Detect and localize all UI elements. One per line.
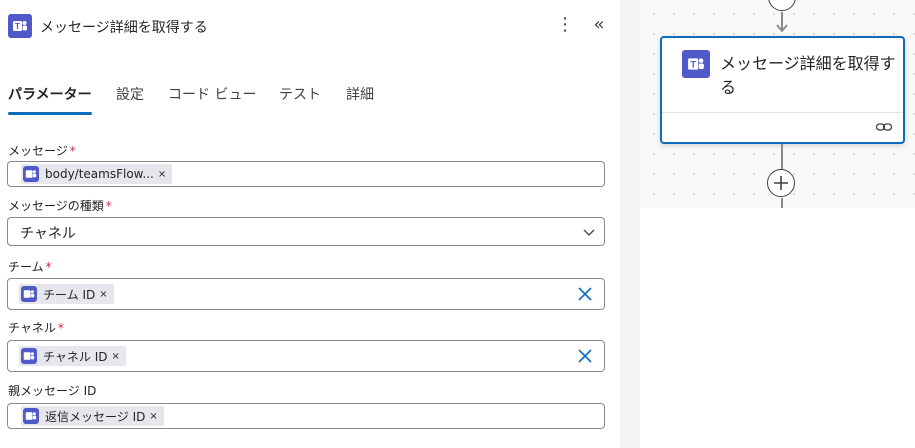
clear-icon[interactable] [576,347,594,365]
panel-header: T メッセージ詳細を取得する ⋮ « [0,0,620,52]
collapse-panel-icon[interactable]: « [588,14,610,38]
required-marker: * [69,144,76,158]
message-type-dropdown[interactable]: チャネル [7,217,605,246]
message-label: メッセージ * [8,144,76,158]
remove-token-icon[interactable]: × [99,289,107,300]
remove-token-icon[interactable]: × [111,351,119,362]
tab-test[interactable]: テスト [279,84,321,104]
canvas-blank-area [640,208,915,448]
more-options-icon[interactable]: ⋮ [556,14,574,38]
tab-details[interactable]: 詳細 [346,84,374,104]
message-type-value: チャネル [20,226,76,242]
tab-parameters[interactable]: パラメーター [8,84,92,104]
team-label: チーム * [8,260,52,274]
tab-settings[interactable]: 設定 [116,84,144,104]
required-marker: * [105,199,112,213]
action-card[interactable]: T メッセージ詳細を取得する [660,36,905,144]
teams-icon [21,286,37,302]
teams-icon [23,408,39,424]
tab-code-view[interactable]: コード ビュー [168,84,256,104]
channel-token[interactable]: チャネル ID × [19,346,126,366]
message-input[interactable]: body/teamsFlow... × [7,161,605,187]
teams-icon: T [682,50,710,78]
teams-icon: T [8,14,32,38]
channel-input[interactable]: チャネル ID × [7,340,605,372]
card-footer [662,112,903,142]
link-icon[interactable] [875,119,893,135]
chevron-down-icon [583,229,595,236]
team-token[interactable]: チーム ID × [19,284,114,304]
card-title: メッセージ詳細を取得する [720,54,896,97]
required-marker: * [45,260,52,274]
tab-bar: パラメーター 設定 コード ビュー テスト 詳細 [0,80,620,120]
teams-icon [23,166,39,182]
plus-icon [774,176,788,190]
connector-line [781,198,783,208]
parent-message-label: 親メッセージ ID [8,384,97,398]
svg-text:T: T [690,59,696,69]
channel-label: チャネル * [8,321,64,335]
team-input[interactable]: チーム ID × [7,278,605,310]
svg-text:T: T [15,22,20,31]
remove-token-icon[interactable]: × [149,411,157,422]
message-type-label: メッセージの種類 * [8,199,112,213]
remove-token-icon[interactable]: × [158,169,166,180]
clear-icon[interactable] [576,285,594,303]
panel-divider [620,0,640,448]
arrow-down-icon [776,24,788,33]
panel-title: メッセージ詳細を取得する [40,20,208,36]
teams-icon [21,348,37,364]
required-marker: * [57,321,64,335]
parent-message-input[interactable]: 返信メッセージ ID × [7,403,605,429]
connector-line [781,144,783,170]
active-tab-indicator [8,112,92,115]
message-token[interactable]: body/teamsFlow... × [21,164,173,184]
add-step-button[interactable] [767,169,795,197]
parent-message-token[interactable]: 返信メッセージ ID × [21,406,164,426]
parameters-panel: T メッセージ詳細を取得する ⋮ « パラメーター 設定 コード ビュー テスト… [0,0,620,448]
